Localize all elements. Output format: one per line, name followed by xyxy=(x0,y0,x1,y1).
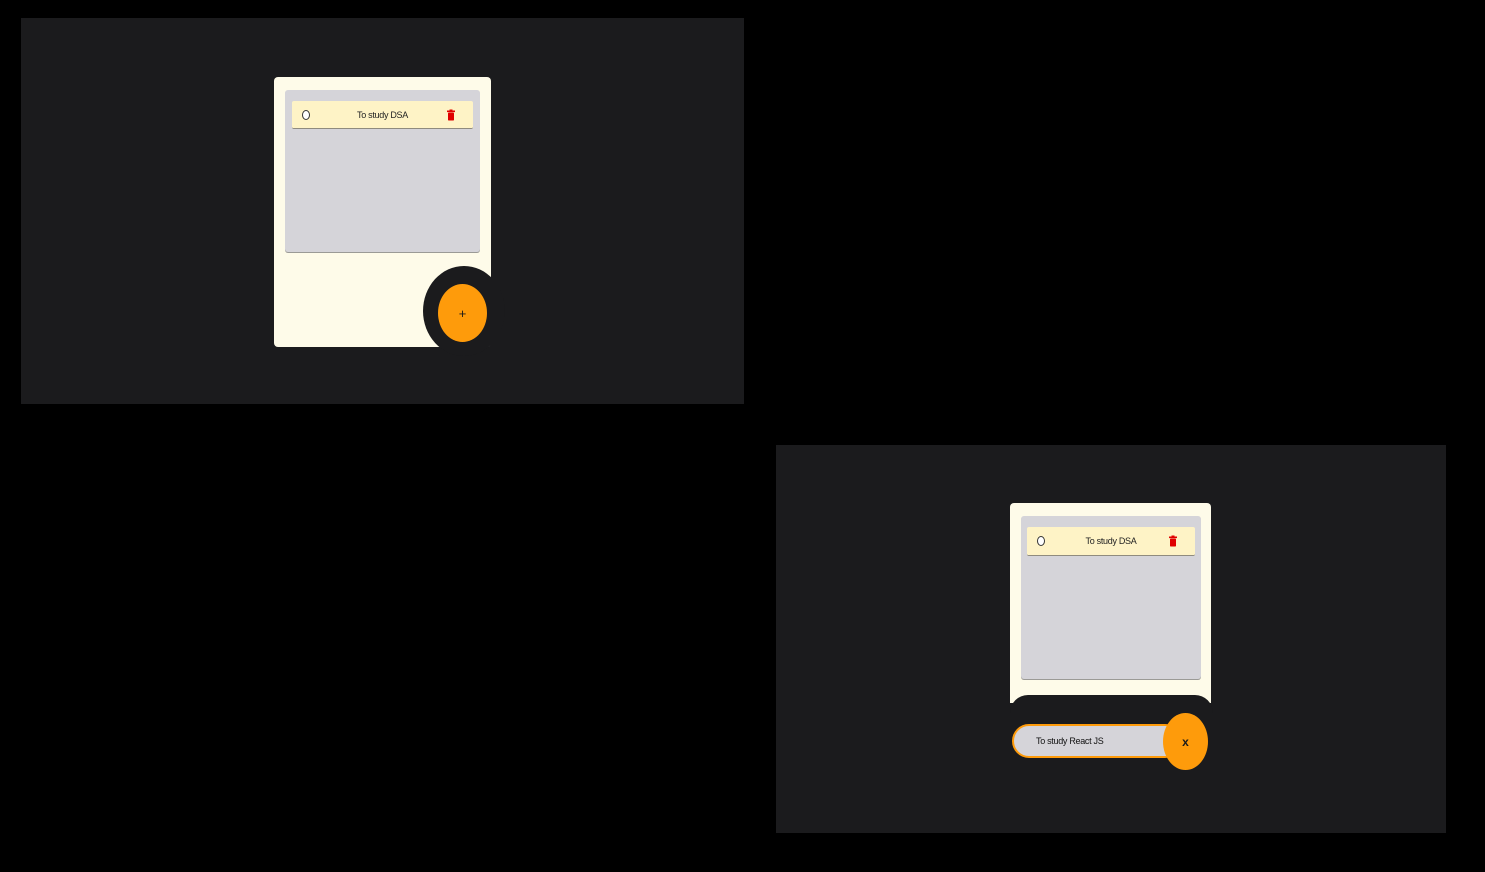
todo-item: To study DSA xyxy=(292,101,473,129)
trash-icon[interactable] xyxy=(447,109,455,120)
close-input-button[interactable]: x xyxy=(1163,713,1208,770)
screenshot-panel-collapsed: To study DSA + xyxy=(21,18,744,404)
plus-icon: + xyxy=(458,305,467,321)
todo-list: To study DSA xyxy=(285,90,480,252)
close-icon: x xyxy=(1182,734,1189,749)
new-todo-input[interactable] xyxy=(1012,724,1182,758)
todo-list: To study DSA xyxy=(1021,516,1201,679)
trash-icon[interactable] xyxy=(1169,535,1177,547)
screenshot-panel-expanded: To study DSA x xyxy=(776,445,1446,833)
add-todo-button[interactable]: + xyxy=(438,284,487,342)
todo-item: To study DSA xyxy=(1027,527,1195,556)
todo-card: To study DSA xyxy=(1010,503,1211,703)
todo-text: To study DSA xyxy=(357,109,408,120)
